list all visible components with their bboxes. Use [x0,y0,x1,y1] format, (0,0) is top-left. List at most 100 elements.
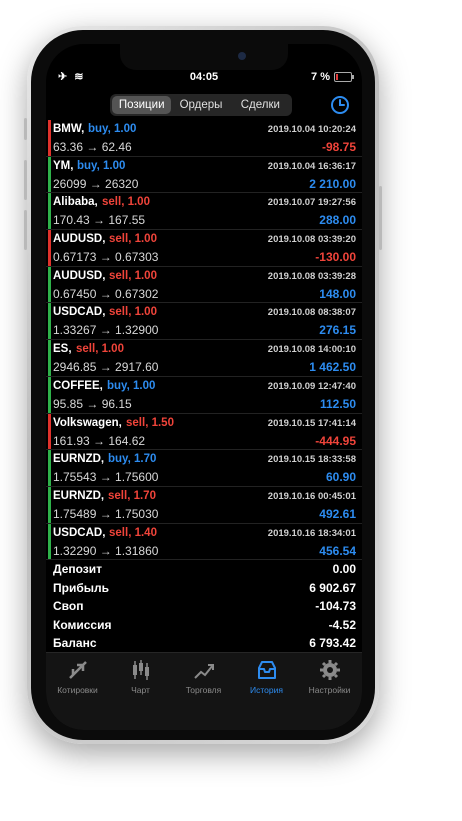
tab-settings[interactable]: Настройки [298,659,361,695]
position-direction-volume: sell, 1.00 [102,196,150,208]
quotes-icon [68,661,87,679]
position-volume: 1.00 [134,306,157,319]
power-button [379,186,382,250]
position-profit: 276.15 [319,323,356,338]
position-volume: 1.00 [134,269,157,282]
position-prices: 26099 → 26320 [53,176,139,191]
tab-history[interactable]: История [235,659,298,695]
position-row[interactable]: BMW, buy, 1.00 2019.10.04 10:20:24 63.36 → … [46,120,362,157]
position-volume: 1.00 [101,343,124,356]
summary-row: Своп -104.73 [46,597,362,616]
position-time: 2019.10.04 10:20:24 [267,124,356,135]
summary-label: Баланс [53,636,97,650]
pnl-indicator-bar [48,303,51,340]
position-volume: 1.50 [151,416,174,429]
tab-bar: Котировки Чарт Торговля История Настройк… [46,652,362,730]
pnl-indicator-bar [48,486,51,523]
position-row[interactable]: ES, sell, 1.00 2019.10.08 14:00:10 2946.85 … [46,340,362,377]
summary-value: -104.73 [315,599,356,613]
position-direction-volume: sell, 1.00 [109,306,157,318]
position-profit: 456.54 [319,543,356,558]
position-time: 2019.10.16 00:45:01 [267,490,356,502]
position-time: 2019.10.08 14:00:10 [267,344,356,356]
position-direction: sell [109,526,129,539]
position-time: 2019.10.08 03:39:28 [267,270,356,282]
position-direction: sell [109,269,129,282]
position-prices: 1.33267 → 1.32900 [53,323,159,338]
summary-label: Комиссия [53,617,112,632]
position-symbol: Volkswagen, [53,416,122,429]
position-volume: 1.00 [132,379,156,392]
position-direction-volume: sell, 1.00 [76,343,124,355]
tab-chart[interactable]: Чарт [109,659,172,695]
position-direction: sell [108,489,128,502]
position-profit: 288.00 [319,213,356,228]
tab-quotes[interactable]: Котировки [46,659,109,695]
silent-switch [24,118,27,140]
position-row[interactable]: AUDUSD, sell, 1.00 2019.10.08 03:39:20 0.67… [46,230,362,267]
position-profit: 1 462.50 [309,360,356,375]
position-profit: 112.50 [319,396,356,411]
status-bar: ✈ ≋ 04:05 7 % [46,68,362,88]
position-volume: 1.00 [127,196,150,209]
position-symbol: YM, [53,159,74,172]
position-time: 2019.10.07 19:27:56 [267,197,356,209]
trade-icon [193,664,214,679]
position-direction-volume: sell, 1.40 [109,527,157,539]
position-prices: 161.93 → 164.62 [53,433,146,448]
pnl-indicator-bar [48,193,51,230]
position-prices: 0.67173 → 0.67303 [53,250,159,265]
position-row[interactable]: EURNZD, sell, 1.70 2019.10.16 00:45:01 1.75… [46,486,362,524]
tab-trade[interactable]: Торговля [172,659,235,695]
summary-row: Депозит 0.00 [46,560,362,579]
summary-row: Прибыль 6 902.67 [46,579,362,598]
position-direction-volume: sell, 1.00 [109,233,157,245]
position-direction-volume: sell, 1.70 [108,490,156,502]
position-symbol: BMW, [53,123,85,135]
pnl-indicator-bar [48,376,51,413]
position-symbol: USDCAD, [53,306,106,319]
battery-percent: 7 % [311,71,330,83]
pnl-indicator-bar [48,413,51,450]
position-row[interactable]: COFFEE, buy, 1.00 2019.10.09 12:47:40 95.85… [46,376,362,414]
position-time: 2019.10.08 08:38:07 [267,307,356,319]
position-row[interactable]: EURNZD, buy, 1.70 2019.10.15 18:33:58 1.755… [46,450,362,487]
position-profit: -444.95 [315,433,356,448]
position-row[interactable]: Volkswagen, sell, 1.50 2019.10.15 17:41:14… [46,413,362,451]
position-volume: 1.00 [134,233,157,246]
clock-icon[interactable] [330,95,350,115]
position-profit: 2 210.00 [309,176,356,191]
position-row[interactable]: USDCAD, sell, 1.40 2019.10.16 18:34:01 1.32… [46,523,362,561]
position-time: 2019.10.15 18:33:58 [267,454,356,466]
position-direction: buy [77,159,97,172]
position-prices: 1.75543 → 1.75600 [53,470,159,485]
position-row[interactable]: Alibaba, sell, 1.00 2019.10.07 19:27:56 170… [46,193,362,231]
position-direction: sell [76,343,96,356]
summary-label: Депозит [53,562,103,576]
position-prices: 1.75489 → 1.75030 [53,506,159,521]
segment-deals[interactable]: Сделки [231,96,290,114]
position-time: 2019.10.04 16:36:17 [267,160,356,172]
position-symbol: ES, [53,343,72,356]
position-row[interactable]: YM, buy, 1.00 2019.10.04 16:36:17 26099 → 2… [46,156,362,194]
position-prices: 1.32290 → 1.31860 [53,543,159,558]
position-time: 2019.10.16 18:34:01 [267,527,356,539]
segment-orders[interactable]: Ордеры [171,96,230,114]
position-direction-volume: buy, 1.00 [77,160,125,172]
position-time: 2019.10.09 12:47:40 [267,380,356,392]
position-direction-volume: sell, 1.50 [126,417,174,429]
position-symbol: USDCAD, [53,526,106,539]
segment-positions[interactable]: Позиции [112,96,172,114]
position-profit: 60.90 [325,470,356,485]
position-direction-volume: buy, 1.00 [88,123,136,135]
pnl-indicator-bar [48,156,51,193]
position-direction-volume: sell, 1.00 [109,270,157,282]
position-row[interactable]: USDCAD, sell, 1.00 2019.10.08 08:38:07 1.33… [46,303,362,341]
position-direction: buy [107,379,127,392]
position-volume: 1.70 [133,489,156,502]
position-profit: 148.00 [319,286,356,301]
history-icon [257,661,276,679]
position-symbol: Alibaba, [53,196,98,209]
camera [238,52,246,60]
position-row[interactable]: AUDUSD, sell, 1.00 2019.10.08 03:39:28 0.67… [46,266,362,304]
